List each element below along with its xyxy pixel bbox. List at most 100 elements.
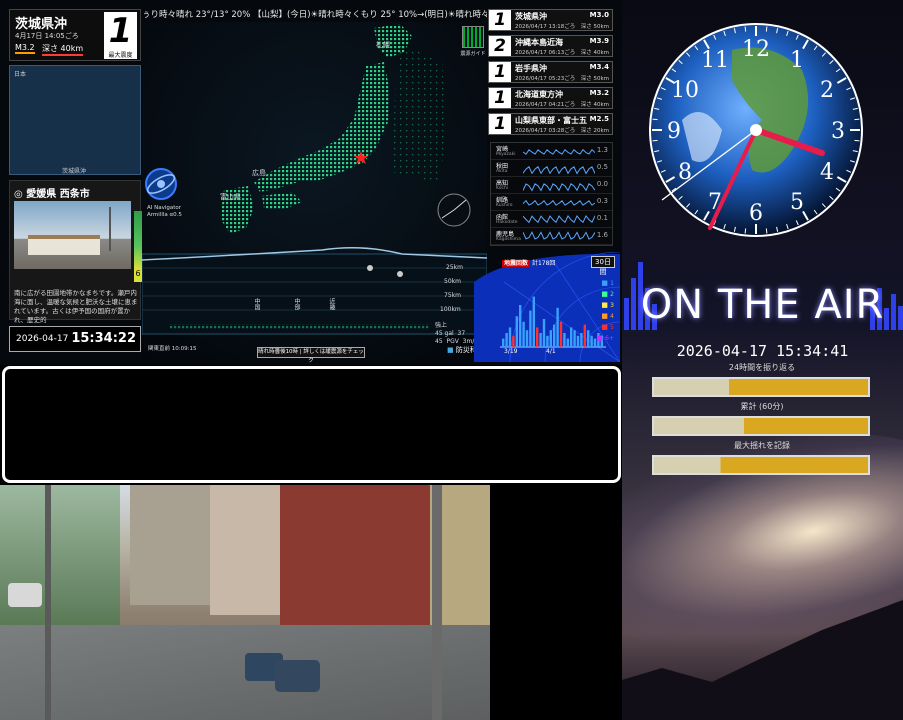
quake-list-time: 2026/04/17 13:18ごろ bbox=[515, 24, 576, 30]
epicenter-minimap[interactable]: 日本 茨城県沖 bbox=[9, 65, 141, 175]
histogram-title-text: 地震回数 bbox=[502, 260, 531, 267]
clock-number: 6 bbox=[749, 201, 763, 226]
clock-number: 1 bbox=[790, 48, 804, 73]
satellite-icon bbox=[145, 168, 177, 200]
histogram-bar bbox=[542, 319, 546, 347]
histogram-bar bbox=[508, 327, 512, 347]
sensor-value: 0.1 bbox=[596, 214, 608, 222]
histogram-legend-item: 3 bbox=[596, 300, 614, 311]
local-date: 2026-04-17 bbox=[16, 334, 69, 344]
strength-readout: 強上 45 gal 37 45 PGV 3m/s bbox=[435, 322, 478, 345]
guide-label: 震源ガイド bbox=[460, 51, 486, 57]
clock-tick bbox=[854, 139, 860, 142]
clock-tick bbox=[744, 26, 747, 32]
histogram-bar bbox=[546, 335, 549, 347]
quake-list-magnitude: M3.0 bbox=[589, 11, 609, 19]
histogram-bar bbox=[505, 333, 508, 347]
clock-number: 10 bbox=[671, 78, 699, 103]
histogram-bar bbox=[519, 305, 522, 347]
location-card[interactable]: ◎ 愛媛県 西条市 6 南に広がる田園地帯かなまちです。瀬戸内海に面し、温暖な気… bbox=[9, 180, 142, 324]
histogram-bar bbox=[515, 316, 518, 347]
intensity-label: 最大震度 bbox=[108, 52, 133, 59]
quake-list-depth: 深さ 40km bbox=[580, 50, 609, 56]
brick-building bbox=[280, 485, 430, 625]
latest-quake-card[interactable]: 茨城県沖 4月17日 14:05ごろ M3.2 深さ 40km 1 最大震度 bbox=[9, 9, 141, 61]
stat-bar-fill bbox=[654, 457, 868, 473]
clock-number: 12 bbox=[742, 37, 770, 62]
quake-list-place: 山梨県東部・富士五 bbox=[515, 116, 587, 125]
sensor-romaji: Kagoshima bbox=[496, 237, 521, 242]
histogram-bar bbox=[573, 330, 576, 347]
ai-navigator[interactable]: AI Navigator Armillla α0.5 bbox=[143, 166, 183, 218]
histogram-bar bbox=[532, 296, 535, 347]
quake-list-item[interactable]: 1 北海道東方沖 2026/04/17 04:21ごろ M3.2 深さ 40km bbox=[488, 87, 613, 109]
histogram-bar bbox=[590, 335, 593, 347]
quake-list-item[interactable]: 1 岩手県沖 2026/04/17 05:23ごろ M3.4 深さ 50km bbox=[488, 61, 613, 83]
stat-bar bbox=[652, 377, 870, 397]
on-air-panel: 12 1 2 3 4 5 6 7 8 9 10 11 ON THE AIR 2026-04-17 15… bbox=[622, 0, 903, 720]
histogram-legend-item: 6+ bbox=[596, 333, 614, 344]
sensor-waveform bbox=[523, 214, 595, 224]
quake-list-time: 2026/04/17 06:13ごろ bbox=[515, 50, 576, 56]
quake-list-magnitude: M3.2 bbox=[589, 89, 609, 97]
quake-list-item[interactable]: 2 沖縄本島近海 2026/04/17 06:13ごろ M3.9 深さ 40km bbox=[488, 35, 613, 57]
histogram-legend-item: 4 bbox=[596, 311, 614, 322]
stat-bar bbox=[652, 416, 870, 436]
histogram-title: 地震回数 計178回 bbox=[502, 258, 555, 267]
quake-list-intensity: 1 bbox=[489, 88, 511, 108]
local-time: 15:34:22 bbox=[71, 331, 136, 346]
clock-tick bbox=[652, 118, 658, 121]
nied-icon: ■ bbox=[447, 346, 454, 354]
sensor-romaji: Hakodate bbox=[496, 220, 518, 225]
depth-100-label: 100km bbox=[440, 306, 461, 313]
period-30d-button[interactable]: 30日間 bbox=[591, 256, 615, 276]
epicenter-guide[interactable]: 震源ガイド bbox=[460, 26, 486, 62]
quake-list-depth: 深さ 40km bbox=[580, 102, 609, 108]
quake-list-item[interactable]: 1 茨城県沖 2026/04/17 13:18ごろ M3.0 深さ 50km bbox=[488, 9, 613, 31]
street-camera-view[interactable] bbox=[0, 485, 490, 720]
sensor-value: 1.3 bbox=[596, 146, 608, 154]
earth-clock: 12 1234567891011 bbox=[649, 23, 863, 237]
sensor-waveform bbox=[523, 148, 595, 155]
sensor-waveform bbox=[523, 183, 595, 192]
sensor-value: 0.3 bbox=[596, 197, 608, 205]
mountain-silhouette bbox=[622, 600, 903, 720]
minimap-caption: 茨城県沖 bbox=[62, 168, 87, 175]
histogram-bar bbox=[566, 338, 569, 347]
quake-list-depth: 深さ 50km bbox=[580, 24, 609, 30]
quake-list-item[interactable]: 1 山梨県東部・富士五 2026/04/17 03:28ごろ M2.5 深さ 2… bbox=[488, 113, 613, 135]
japan-map[interactable]: 札幌 広島 富山県 25km 50km 75km 100km 中国 中部 近畿 … bbox=[142, 22, 487, 360]
intensity-scale-bar bbox=[134, 211, 142, 269]
quake-place: 茨城県沖 bbox=[15, 17, 68, 32]
stat-bar-fill bbox=[654, 379, 868, 395]
clock-tick bbox=[765, 26, 768, 32]
info-banner-button[interactable]: 晴れ時曇後10時 | 詳しくは緩震源をチェック bbox=[257, 347, 365, 364]
stat-label: 最大揺れを記録 bbox=[734, 441, 790, 450]
quake-list-time: 2026/04/17 04:21ごろ bbox=[515, 102, 576, 108]
location-photo bbox=[14, 201, 131, 269]
stat-label: 24時間を振り返る bbox=[728, 363, 796, 372]
location-name: 愛媛県 西条市 bbox=[26, 189, 90, 200]
stat-bar-fill bbox=[654, 418, 868, 434]
map-label-toyama: 富山県 bbox=[220, 193, 241, 201]
histogram-count: 計178回 bbox=[531, 260, 556, 267]
clock-number: 11 bbox=[701, 48, 729, 73]
depth-25-label: 25km bbox=[446, 264, 463, 271]
quake-count-histogram[interactable]: 地震回数 計178回 30日間 123456+ 3/19 4/1 bbox=[474, 251, 731, 473]
japan-map-graphic bbox=[142, 24, 487, 335]
quake-list-intensity: 1 bbox=[489, 62, 511, 82]
histogram-axis-start: 3/19 bbox=[504, 348, 518, 355]
quake-list-place: 沖縄本島近海 bbox=[515, 38, 563, 47]
quake-list-time: 2026/04/17 03:28ごろ bbox=[515, 128, 576, 134]
depth-75-label: 75km bbox=[444, 292, 461, 299]
histogram-bar bbox=[556, 307, 559, 347]
clock-tick bbox=[744, 228, 747, 234]
quake-list-magnitude: M3.9 bbox=[589, 37, 609, 45]
histogram-bar bbox=[529, 310, 532, 347]
quake-list-depth: 深さ 20km bbox=[580, 128, 609, 134]
car-dark bbox=[275, 660, 320, 692]
intensity-scale-badge: 6 bbox=[134, 269, 142, 282]
sensor-value: 0.0 bbox=[596, 180, 608, 188]
intensity-badge: 1 最大震度 bbox=[104, 12, 137, 59]
screen: ぅり時々晴れ 23°/13° 20% 【山梨】(今日)☀晴れ時々くもり 25° … bbox=[0, 0, 903, 720]
